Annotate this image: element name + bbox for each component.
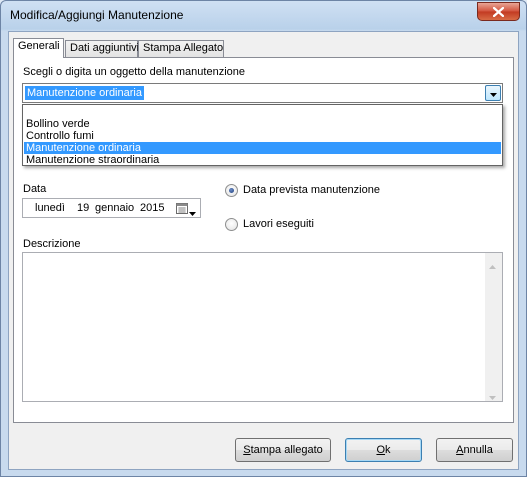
print-button-label: tampa allegato (250, 444, 323, 456)
print-attachment-button[interactable]: Stampa allegato (235, 438, 331, 462)
chevron-down-icon (489, 87, 497, 100)
dropdown-option-bollino-verde[interactable]: Bollino verde (24, 118, 501, 130)
description-scrollbar[interactable] (485, 253, 502, 401)
radio-lavori-eseguiti[interactable] (225, 218, 238, 231)
object-combobox-value[interactable]: Manutenzione ordinaria (25, 86, 144, 100)
object-label: Scegli o digita un oggetto della manuten… (23, 66, 245, 78)
cancel-button-label: nnulla (463, 444, 493, 456)
dialog-client-area: Generali Dati aggiuntivi Stampa Allegato… (8, 31, 519, 470)
tab-dati-aggiuntivi[interactable]: Dati aggiuntivi (65, 40, 140, 57)
window-title: Modifica/Aggiungi Manutenzione (10, 8, 184, 22)
title-bar[interactable]: Modifica/Aggiungi Manutenzione (1, 1, 526, 31)
object-dropdown-list[interactable]: Bollino verde Controllo fumi Manutenzion… (22, 104, 503, 166)
tab-label: Generali (18, 40, 60, 52)
tab-stampa-allegato[interactable]: Stampa Allegato (138, 40, 224, 57)
close-icon (493, 6, 504, 17)
chevron-down-icon[interactable] (189, 206, 196, 219)
date-day[interactable]: 19 (77, 202, 89, 214)
date-label: Data (23, 183, 47, 195)
radio-data-prevista[interactable] (225, 184, 238, 197)
date-picker[interactable]: lunedì 19 gennaio 2015 (22, 198, 201, 218)
ok-button-label: k (385, 444, 391, 456)
tab-generali[interactable]: Generali (13, 38, 64, 58)
radio-checked-indicator (229, 188, 234, 193)
ok-button-mnemonic: O (376, 444, 386, 456)
close-button[interactable] (477, 2, 520, 21)
date-month[interactable]: gennaio (95, 202, 134, 214)
date-weekday[interactable]: lunedì (35, 202, 65, 214)
tab-label: Stampa Allegato (143, 42, 224, 54)
description-textarea[interactable] (22, 252, 503, 402)
description-label: Descrizione (23, 238, 81, 250)
dropdown-option-manutenzione-ordinaria[interactable]: Manutenzione ordinaria (24, 142, 501, 154)
print-button-mnemonic: S (243, 444, 251, 456)
cancel-button[interactable]: Annulla (436, 438, 513, 462)
dialog-window: Modifica/Aggiungi Manutenzione Generali … (0, 0, 527, 477)
tab-label: Dati aggiuntivi (70, 42, 140, 54)
scroll-down-icon[interactable] (489, 390, 496, 403)
combobox-dropdown-button[interactable] (485, 85, 501, 101)
calendar-icon[interactable] (176, 202, 188, 217)
radio-data-prevista-label[interactable]: Data prevista manutenzione (243, 184, 380, 196)
dropdown-option-controllo-fumi[interactable]: Controllo fumi (24, 130, 501, 142)
object-combobox[interactable]: Manutenzione ordinaria (22, 83, 503, 103)
date-year[interactable]: 2015 (140, 202, 164, 214)
dropdown-option-manutenzione-straordinaria[interactable]: Manutenzione straordinaria (24, 154, 501, 166)
radio-lavori-eseguiti-label[interactable]: Lavori eseguiti (243, 218, 314, 230)
tab-panel-generali: Scegli o digita un oggetto della manuten… (13, 57, 514, 423)
ok-button[interactable]: Ok (345, 438, 422, 462)
scroll-up-icon[interactable] (489, 259, 496, 272)
dropdown-option-empty[interactable] (24, 106, 501, 118)
